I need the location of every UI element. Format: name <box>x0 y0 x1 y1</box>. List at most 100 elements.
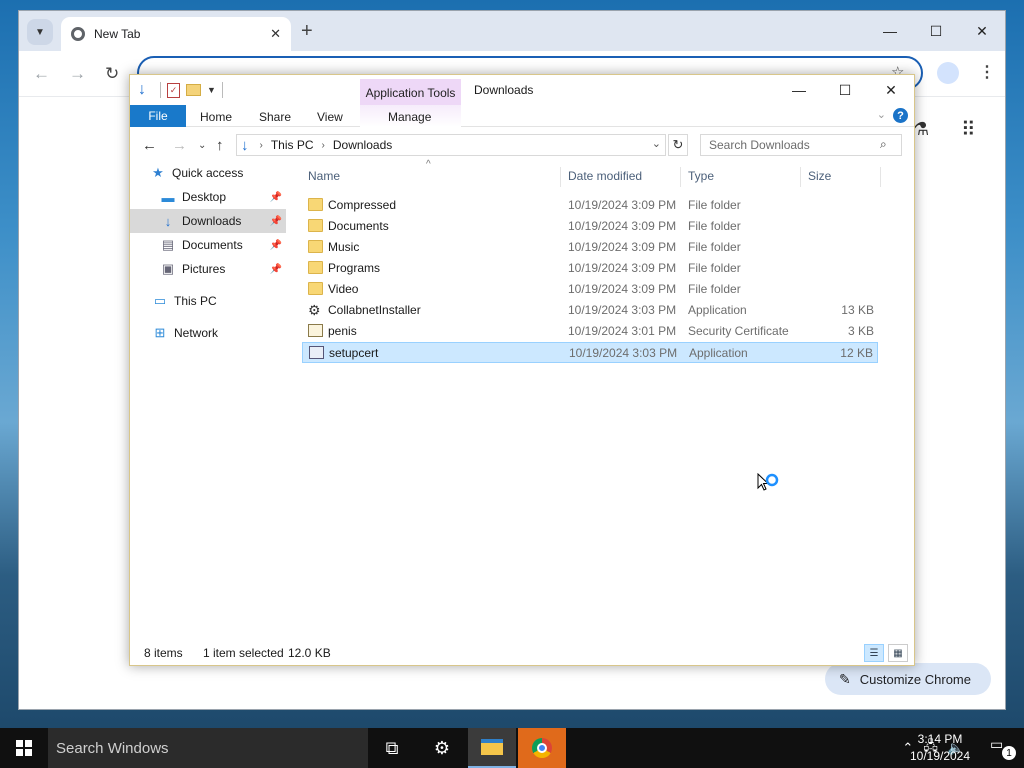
address-bar[interactable]: ↓ › This PC › Downloads ⌄ <box>236 134 666 156</box>
explorer-maximize-button[interactable]: ☐ <box>822 75 868 105</box>
expand-ribbon-chevron-icon[interactable]: ⌄ <box>877 108 886 121</box>
file-date: 10/19/2024 3:09 PM <box>568 282 677 296</box>
taskbar-search-box[interactable]: Search Windows <box>48 728 368 768</box>
chrome-maximize-button[interactable]: ☐ <box>913 11 959 51</box>
new-tab-button[interactable]: + <box>301 21 313 41</box>
column-divider[interactable] <box>560 167 561 187</box>
ribbon-tab-home[interactable]: Home <box>200 110 232 124</box>
ribbon-tab-view[interactable]: View <box>317 110 343 124</box>
pin-icon[interactable]: 📌 <box>270 240 282 251</box>
details-view-icon[interactable]: ☰ <box>864 644 884 662</box>
file-type: File folder <box>688 240 741 254</box>
chrome-close-button[interactable]: ✕ <box>959 11 1005 51</box>
action-center-icon[interactable]: ▭ 1 <box>990 736 1016 760</box>
breadcrumb-downloads[interactable]: Downloads <box>333 138 392 152</box>
qat-dropdown-icon[interactable]: ▼ <box>207 85 216 95</box>
tab-search-button[interactable]: ▼ <box>27 19 53 45</box>
tab-close-icon[interactable]: ✕ <box>270 26 281 42</box>
file-row[interactable]: Compressed 10/19/2024 3:09 PM File folde… <box>302 195 878 216</box>
forward-arrow-icon[interactable]: → <box>69 64 86 84</box>
file-date: 10/19/2024 3:09 PM <box>568 219 677 233</box>
file-date: 10/19/2024 3:09 PM <box>568 261 677 275</box>
chrome-tab-title: New Tab <box>94 27 141 41</box>
selection-size: 12.0 KB <box>288 646 331 660</box>
file-row[interactable]: Music 10/19/2024 3:09 PM File folder <box>302 237 878 258</box>
file-name: penis <box>328 324 357 338</box>
labs-flask-icon[interactable]: ⚗ <box>913 119 929 140</box>
back-arrow-icon[interactable]: ← <box>142 137 157 154</box>
large-icons-view-icon[interactable]: ▦ <box>888 644 908 662</box>
nav-documents[interactable]: ▤ Documents 📌 <box>130 233 286 257</box>
column-divider[interactable] <box>880 167 881 187</box>
new-folder-icon[interactable] <box>186 84 201 96</box>
address-dropdown-icon[interactable]: ⌄ <box>652 137 661 150</box>
reload-icon[interactable]: ↻ <box>105 64 119 84</box>
nav-pictures[interactable]: ▣ Pictures 📌 <box>130 257 286 281</box>
help-icon[interactable]: ? <box>893 108 908 123</box>
nav-network[interactable]: ⊞ Network <box>130 321 286 345</box>
customize-chrome-button[interactable]: ✎ Customize Chrome <box>825 663 991 695</box>
navigation-pane: ★ Quick access ▬ Desktop 📌 ↓ Downloads 📌… <box>130 163 290 633</box>
breadcrumb-separator-icon[interactable]: › <box>322 140 325 151</box>
explorer-close-button[interactable]: ✕ <box>868 75 914 105</box>
file-row[interactable]: ⚙ CollabnetInstaller 10/19/2024 3:03 PM … <box>302 300 878 321</box>
column-divider[interactable] <box>680 167 681 187</box>
nav-quick-access[interactable]: ★ Quick access <box>130 161 286 185</box>
file-row[interactable]: Video 10/19/2024 3:09 PM File folder <box>302 279 878 300</box>
ribbon-tab-manage[interactable]: Manage <box>388 110 431 124</box>
file-type: Application <box>688 303 747 317</box>
column-header-size[interactable]: Size <box>808 169 831 183</box>
file-size: 12 KB <box>840 346 873 360</box>
application-tools-context-tab: Application Tools <box>360 79 461 107</box>
column-divider[interactable] <box>800 167 801 187</box>
pin-icon[interactable]: 📌 <box>270 264 282 275</box>
pin-icon[interactable]: 📌 <box>270 192 282 203</box>
nav-this-pc[interactable]: ▭ This PC <box>130 289 286 313</box>
nav-label: Pictures <box>182 262 226 276</box>
pencil-icon: ✎ <box>839 670 851 687</box>
properties-icon[interactable]: ✓ <box>167 82 180 98</box>
search-downloads-input[interactable] <box>700 134 902 156</box>
status-bar: 8 items 1 item selected 12.0 KB ☰ ▦ <box>130 641 914 665</box>
sort-ascending-icon: ^ <box>426 159 431 170</box>
apps-grid-icon[interactable]: ⠿ <box>961 117 976 142</box>
column-header-name[interactable]: Name <box>308 169 340 183</box>
explorer-window-title: Downloads <box>474 83 534 97</box>
chrome-minimize-button[interactable]: — <box>867 11 913 51</box>
column-header-type[interactable]: Type <box>688 169 714 183</box>
recent-locations-chevron-icon[interactable]: ⌄ <box>198 140 206 151</box>
nav-label: Quick access <box>172 166 244 180</box>
network-icon: ⊞ <box>154 325 166 340</box>
up-arrow-icon[interactable]: ↑ <box>216 137 224 154</box>
ribbon-tab-file[interactable]: File <box>130 105 186 127</box>
file-row-selected[interactable]: setupcert 10/19/2024 3:03 PM Application… <box>302 342 878 363</box>
refresh-button[interactable]: ↻ <box>668 134 688 156</box>
taskbar-clock[interactable]: 3:14 PM 10/19/2024 <box>900 731 980 765</box>
certificate-icon <box>308 324 323 337</box>
task-view-icon[interactable]: ⧉ <box>368 728 416 768</box>
forward-arrow-icon[interactable]: → <box>172 137 187 154</box>
file-row[interactable]: penis 10/19/2024 3:01 PM Security Certif… <box>302 321 878 342</box>
nav-downloads[interactable]: ↓ Downloads 📌 <box>130 209 286 233</box>
file-row[interactable]: Documents 10/19/2024 3:09 PM File folder <box>302 216 878 237</box>
chrome-tab-new-tab[interactable]: New Tab ✕ <box>61 17 291 51</box>
explorer-minimize-button[interactable]: — <box>776 75 822 105</box>
chrome-menu-icon[interactable]: ⋮ <box>979 62 995 82</box>
nav-desktop[interactable]: ▬ Desktop 📌 <box>130 185 286 209</box>
chrome-taskbar-icon[interactable] <box>518 728 566 768</box>
start-button[interactable] <box>0 728 48 768</box>
file-explorer-taskbar-icon[interactable] <box>468 728 516 768</box>
profile-avatar-icon[interactable] <box>937 62 959 84</box>
file-name: Documents <box>328 219 389 233</box>
column-header-date-modified[interactable]: Date modified <box>568 169 642 183</box>
back-arrow-icon[interactable]: ← <box>33 64 50 84</box>
file-name: Programs <box>328 261 381 275</box>
breadcrumb-separator-icon[interactable]: › <box>260 140 263 151</box>
selection-count: 1 item selected <box>203 646 284 660</box>
settings-gear-icon[interactable]: ⚙ <box>418 728 466 768</box>
pin-icon[interactable]: 📌 <box>270 216 282 227</box>
file-row[interactable]: Programs 10/19/2024 3:09 PM File folder <box>302 258 878 279</box>
customize-chrome-label: Customize Chrome <box>859 671 971 687</box>
ribbon-tab-share[interactable]: Share <box>259 110 291 124</box>
breadcrumb-this-pc[interactable]: This PC <box>271 138 314 152</box>
